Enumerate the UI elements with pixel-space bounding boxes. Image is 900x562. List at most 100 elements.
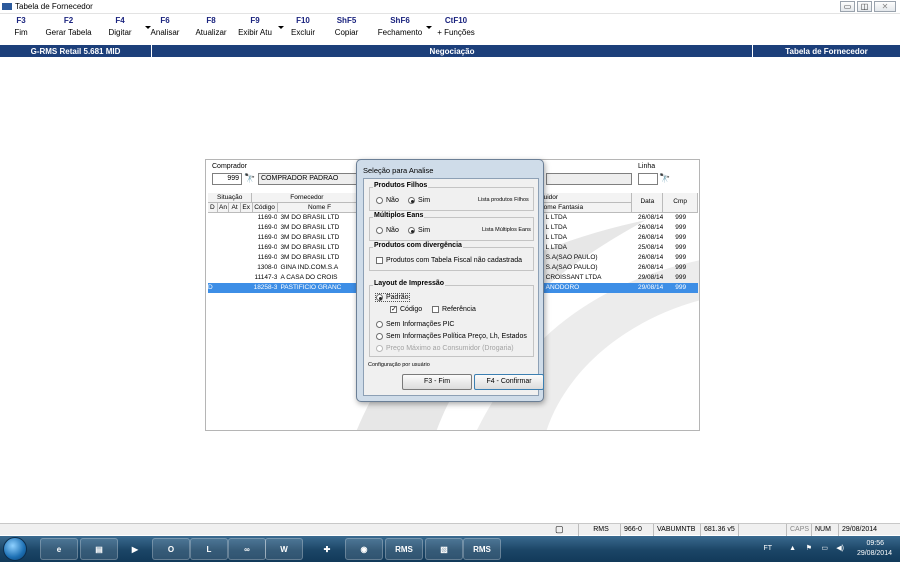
- table-cell: 26/08/14: [637, 254, 664, 261]
- toolbar-label: Fim: [14, 28, 28, 37]
- table-cell: 999: [675, 274, 687, 281]
- word-icon[interactable]: W: [265, 538, 303, 560]
- toolbar-button-f8[interactable]: F8 Atualizar: [190, 16, 232, 37]
- layout-sem-pic-radio[interactable]: Sem Informações PIC: [376, 321, 454, 328]
- toolbar-button-f10[interactable]: F10 Excluir: [282, 16, 324, 37]
- col-nome[interactable]: Nome F: [277, 203, 363, 213]
- layout-padrao-radio[interactable]: Padrão: [375, 293, 410, 302]
- minimize-button[interactable]: ▭: [840, 1, 855, 12]
- toolbar-button-f6[interactable]: F6 Analisar: [145, 16, 185, 37]
- col-codigo[interactable]: Código: [252, 203, 278, 213]
- toolbar-button-f9[interactable]: F9 Exibir Atu: [232, 16, 284, 37]
- close-button[interactable]: ✕: [874, 1, 896, 12]
- col-ex[interactable]: Ex: [240, 203, 253, 213]
- start-button[interactable]: [3, 537, 27, 561]
- layout-referencia-checkbox[interactable]: Referência: [432, 306, 476, 313]
- comprador-name-field: COMPRADOR PADRAO: [258, 173, 358, 185]
- folder-icon[interactable]: ▤: [80, 538, 118, 560]
- toolbar-button-f3[interactable]: F3 Fim: [0, 16, 42, 37]
- network-icon[interactable]: ▭: [821, 544, 828, 552]
- table-cell: [208, 253, 218, 263]
- volume-icon[interactable]: ◀): [836, 544, 844, 552]
- produtos-filhos-sim-radio[interactable]: Sim: [408, 197, 430, 204]
- layout-sem-politica-radio[interactable]: Sem Informações Política Preço, Lh, Esta…: [376, 333, 527, 340]
- table-cell: [229, 273, 241, 283]
- layout-preco-maximo-radio: Preço Máximo ao Consumidor (Drogaria): [376, 345, 514, 352]
- flag-icon[interactable]: ⚑: [806, 544, 812, 552]
- tabela-fiscal-checkbox[interactable]: Produtos com Tabela Fiscal não cadastrad…: [376, 257, 522, 264]
- toolbar-button-shf6[interactable]: ShF6 Fechamento: [374, 16, 432, 37]
- table-cell: [208, 243, 218, 253]
- globe-icon[interactable]: ◉: [345, 538, 383, 560]
- lync-icon[interactable]: L: [190, 538, 228, 560]
- linha-field[interactable]: [638, 173, 658, 185]
- col-at[interactable]: At: [229, 203, 241, 213]
- binoculars-icon[interactable]: 🔭: [244, 173, 255, 184]
- table-cell: L LTDA: [545, 244, 567, 251]
- dialog-body: Produtos Filhos Não Sim Lista produtos F…: [363, 178, 544, 396]
- linha-label: Linha: [638, 163, 656, 170]
- radio-selected-icon: [408, 197, 415, 204]
- toolbar-button-shf5[interactable]: ShF5 Copiar: [324, 16, 369, 37]
- table-cell: [208, 223, 218, 233]
- image-icon[interactable]: ▧: [425, 538, 463, 560]
- layout-codigo-checkbox[interactable]: ✓ Código: [390, 306, 422, 313]
- table-cell: [229, 243, 241, 253]
- table-cell: 1169-0: [257, 224, 278, 231]
- table-cell: 26/08/14: [637, 214, 664, 221]
- media-player-icon[interactable]: ▶: [116, 538, 154, 560]
- col-group-fornecedor: Fornecedor: [252, 193, 363, 203]
- col-group-distribuidor: uidor: [543, 193, 633, 203]
- multiplos-eans-nao-radio[interactable]: Não: [376, 227, 399, 234]
- col-cmp[interactable]: Cmp: [663, 193, 698, 213]
- toolbar-key: ShF6: [390, 16, 410, 25]
- binoculars-icon[interactable]: 🔭: [659, 173, 670, 184]
- table-cell: 29/08/14: [637, 274, 664, 281]
- multiplos-eans-label: Múltiplos Eans: [373, 212, 425, 219]
- tray-language[interactable]: FT: [763, 545, 772, 552]
- taskbar-rms-1[interactable]: RMS: [385, 538, 423, 560]
- table-cell: [218, 263, 230, 273]
- confirmar-button[interactable]: F4 - Confirmar: [474, 374, 544, 390]
- ie-icon[interactable]: e: [40, 538, 78, 560]
- table-cell: [208, 273, 218, 283]
- group-divergencia: Produtos com divergência Produtos com Ta…: [369, 242, 534, 271]
- fim-button[interactable]: F3 - Fim: [402, 374, 472, 390]
- radio-icon: [376, 333, 383, 340]
- tray-time[interactable]: 09:56: [866, 540, 884, 547]
- toolbar-button-f2[interactable]: F2 Gerar Tabela: [42, 16, 95, 37]
- outlook-icon[interactable]: O: [152, 538, 190, 560]
- taskbar-rms-2[interactable]: RMS: [463, 538, 501, 560]
- tray-arrow-icon[interactable]: ▲: [789, 545, 796, 552]
- table-cell: 29/08/14: [637, 284, 664, 291]
- toolbar-button-f4[interactable]: F4 Digitar: [95, 16, 151, 37]
- col-data[interactable]: Data: [632, 193, 664, 213]
- table-cell: 18258-3: [253, 284, 278, 291]
- group-layout-impressao: Layout de Impressão Padrão ✓ Código Refer…: [369, 280, 534, 357]
- windows-taskbar: e ▤ ▶ O L ∞ W ✚ ◉ RMS ▧ RMS FT ▲ ⚑ ▭ ◀) …: [0, 536, 900, 562]
- radio-icon: [376, 227, 383, 234]
- table-cell: 11147-3: [254, 274, 278, 281]
- toolbar-label: Gerar Tabela: [45, 28, 92, 37]
- header-screen: Tabela de Fornecedor: [785, 46, 868, 56]
- group-multiplos-eans: Múltiplos Eans Não Sim Lista Múltiplos E…: [369, 212, 534, 241]
- multiplos-eans-sim-radio[interactable]: Sim: [408, 227, 430, 234]
- table-cell: GINA IND.COM.S.A: [280, 264, 339, 271]
- produtos-filhos-nao-radio[interactable]: Não: [376, 197, 399, 204]
- multiplos-eans-hint: Lista Múltiplos Eans: [482, 227, 531, 233]
- comprador-code-field[interactable]: 999: [212, 173, 242, 185]
- table-cell: 1169-0: [257, 254, 278, 261]
- layout-impressao-label: Layout de Impressão: [373, 280, 446, 287]
- table-cell: [218, 223, 230, 233]
- col-fantasia[interactable]: ome Fantasia: [543, 203, 633, 213]
- table-cell: 3M DO BRASIL LTD: [280, 234, 340, 241]
- people-icon[interactable]: ∞: [228, 538, 266, 560]
- toolbar-button-ctf10[interactable]: CtF10 + Funções: [432, 16, 480, 37]
- table-cell: 999: [675, 254, 687, 261]
- tray-date[interactable]: 29/08/2014: [857, 550, 892, 557]
- app-install-icon[interactable]: ✚: [308, 538, 346, 560]
- maximize-button[interactable]: ◫: [857, 1, 872, 12]
- col-d[interactable]: D: [208, 203, 218, 213]
- col-an[interactable]: An: [217, 203, 230, 213]
- toolbar-label: + Funções: [437, 28, 475, 37]
